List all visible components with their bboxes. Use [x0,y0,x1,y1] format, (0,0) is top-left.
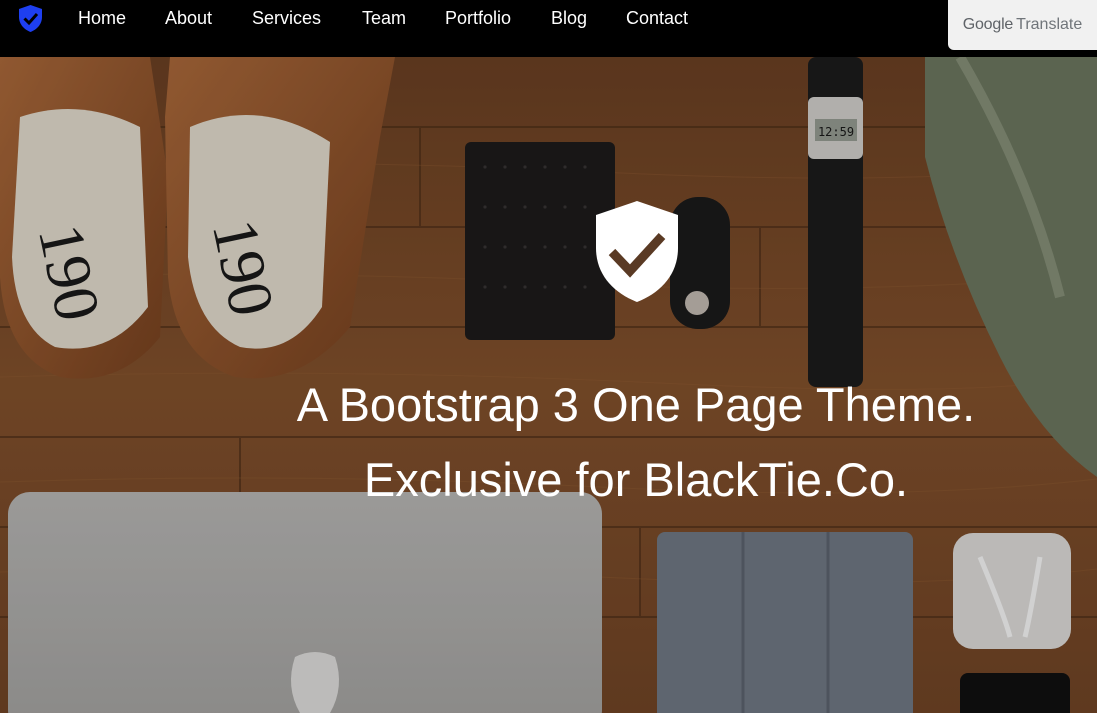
nav-portfolio[interactable]: Portfolio [445,8,511,28]
google-logo-text: Google [962,16,1014,33]
google-translate-widget[interactable]: Google Translate [948,0,1097,50]
nav-blog[interactable]: Blog [551,8,587,28]
hero-headline-line2: Exclusive for BlackTie.Co. [363,453,909,506]
hero-section: 190 190 12:59 A Bootstrap 3 One Page The… [0,57,1097,713]
shield-check-icon[interactable] [17,4,44,33]
shield-check-icon [594,200,680,303]
nav-team[interactable]: Team [362,8,406,28]
hero-headline-line1: A Bootstrap 3 One Page Theme. [296,378,976,431]
nav-home[interactable]: Home [78,8,126,28]
nav-about[interactable]: About [165,8,212,28]
nav-services[interactable]: Services [252,8,321,28]
navbar: Home About Services Team Portfolio Blog … [0,0,1097,57]
translate-label: Translate [1016,16,1083,33]
nav-contact[interactable]: Contact [626,8,688,28]
